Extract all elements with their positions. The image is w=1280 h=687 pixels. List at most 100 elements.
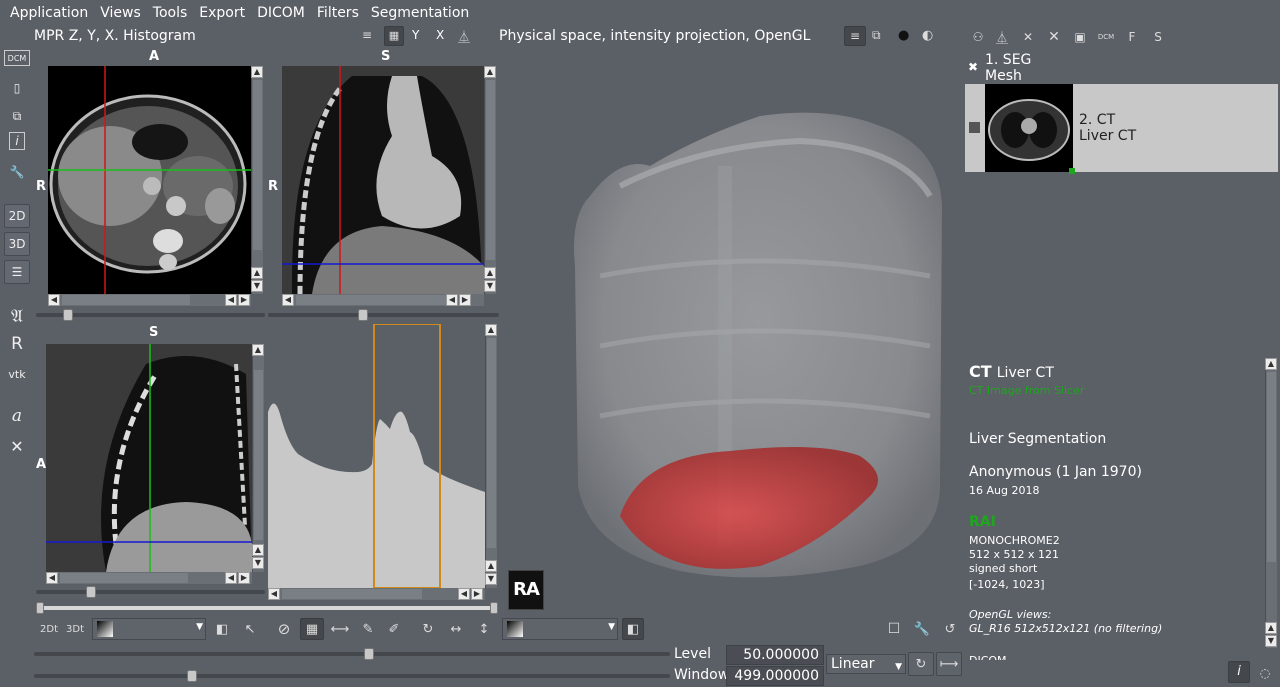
crop-box-icon[interactable]: ☐ <box>884 620 904 638</box>
menu-export[interactable]: Export <box>193 5 251 21</box>
layers-icon[interactable]: ⧉ <box>872 28 881 43</box>
close-icon[interactable]: ✕ <box>1044 28 1064 46</box>
scroll-left-icon[interactable]: ◀ <box>446 294 458 306</box>
histogram-plot[interactable] <box>268 324 485 588</box>
s-button[interactable]: S <box>1148 28 1168 46</box>
grid-layout-icon[interactable]: ▦ <box>384 26 404 46</box>
scroll-up-icon[interactable]: ▲ <box>1265 358 1277 370</box>
scroll-up-icon[interactable]: ▲ <box>484 66 496 78</box>
sagittal-hscroll[interactable] <box>46 572 252 584</box>
close-icon[interactable]: ✖ <box>968 60 978 74</box>
level-slider[interactable] <box>34 648 670 660</box>
menu-dicom[interactable]: DICOM <box>251 5 311 21</box>
menu-filters[interactable]: Filters <box>311 5 365 21</box>
window-slider[interactable] <box>34 670 670 682</box>
scroll-up-icon[interactable]: ▲ <box>484 267 496 279</box>
window-input[interactable]: 499.000000 <box>726 666 824 686</box>
menu-application[interactable]: Application <box>4 5 94 21</box>
scroll-up-icon[interactable]: ▲ <box>485 324 497 336</box>
scroll-up-icon[interactable]: ▲ <box>252 544 264 556</box>
scroll-up-icon[interactable]: ▲ <box>252 344 264 356</box>
mpr-range-slider[interactable] <box>36 602 498 614</box>
font-icon[interactable]: 𝔄 <box>4 304 30 328</box>
scroll-down-icon[interactable]: ▼ <box>252 557 264 569</box>
reset-icon[interactable]: ↺ <box>940 620 960 638</box>
info-vscroll[interactable] <box>1265 358 1277 648</box>
scroll-left-icon[interactable]: ◀ <box>458 588 470 600</box>
half-sphere-icon[interactable]: ◐ <box>922 28 933 43</box>
histogram-icon[interactable]: ⏅ <box>458 28 470 45</box>
curve-icon[interactable]: ⏅ <box>992 28 1012 46</box>
scroll-up-icon[interactable]: ▲ <box>251 66 263 78</box>
coronal-image[interactable] <box>282 66 484 294</box>
flip-vertical-icon[interactable]: ↕ <box>474 620 494 638</box>
vtk-icon[interactable]: vtk <box>4 362 30 386</box>
user-icon[interactable]: ⚇ <box>968 28 988 46</box>
save-icon[interactable]: ▣ <box>1070 28 1090 46</box>
rotate-icon[interactable]: ↻ <box>418 620 438 638</box>
sagittal-slice-slider[interactable] <box>36 586 265 598</box>
view-2d-button[interactable]: 2D <box>4 204 30 228</box>
info-icon[interactable]: i <box>9 132 25 150</box>
wrench-icon[interactable]: 🔧 <box>912 620 932 638</box>
brush-icon[interactable]: ✐ <box>384 620 404 638</box>
dicom-icon[interactable]: DCM <box>4 50 30 66</box>
copy-icon[interactable]: ⧉ <box>4 104 30 128</box>
scroll-right-icon[interactable]: ▶ <box>471 588 483 600</box>
menu-tools[interactable]: Tools <box>147 5 194 21</box>
axial-slice-slider[interactable] <box>36 309 265 321</box>
dicom-export-icon[interactable]: DCM <box>1096 28 1116 46</box>
info-button[interactable]: i <box>1228 661 1250 683</box>
interpolation-dropdown[interactable]: Linear ▼ <box>826 654 906 674</box>
scroll-left-icon[interactable]: ◀ <box>48 294 60 306</box>
flip-horizontal-icon[interactable]: ↔ <box>446 620 466 638</box>
contrast-icon[interactable]: ◧ <box>212 620 232 638</box>
pointer-icon[interactable]: ↖ <box>240 620 260 638</box>
r-icon[interactable]: R <box>4 332 30 356</box>
scroll-left-icon[interactable]: ◀ <box>282 294 294 306</box>
series-item-ct[interactable]: 2. CT Liver CT <box>965 84 1278 174</box>
scroll-left-icon[interactable]: ◀ <box>225 572 237 584</box>
grid-icon[interactable]: ▦ <box>300 618 324 640</box>
axial-hscroll[interactable] <box>48 294 251 306</box>
menu-segmentation[interactable]: Segmentation <box>365 5 475 21</box>
y-axis-button[interactable]: Y <box>412 28 419 42</box>
scroll-left-icon[interactable]: ◀ <box>225 294 237 306</box>
3d-colormap-dropdown[interactable]: ▼ <box>502 618 618 640</box>
series-checkbox[interactable] <box>969 122 980 133</box>
scroll-down-icon[interactable]: ▼ <box>1265 635 1277 647</box>
scroll-up-icon[interactable]: ▲ <box>1265 622 1277 634</box>
list-icon[interactable]: ≡ <box>362 28 376 44</box>
histogram-hscroll[interactable] <box>268 588 485 600</box>
scroll-left-icon[interactable]: ◀ <box>268 588 280 600</box>
colormap-dropdown[interactable]: ▼ <box>92 618 206 640</box>
scroll-down-icon[interactable]: ▼ <box>251 280 263 292</box>
sagittal-vscroll[interactable] <box>252 344 264 572</box>
axial-vscroll[interactable] <box>251 66 263 294</box>
ruler-icon[interactable]: ⟷ <box>330 620 350 638</box>
scroll-down-icon[interactable]: ▼ <box>485 573 497 585</box>
view3d-canvas[interactable]: RA <box>500 46 964 614</box>
pen-icon[interactable]: ✎ <box>358 620 378 638</box>
scroll-right-icon[interactable]: ▶ <box>459 294 471 306</box>
series-item-seg[interactable]: 1. SEG Mesh <box>985 52 1031 84</box>
coronal-vscroll[interactable] <box>484 66 496 294</box>
view-3d-button[interactable]: 3D <box>4 232 30 256</box>
sphere-icon[interactable]: ● <box>898 28 909 43</box>
3d-toggle-button[interactable]: 3Dt <box>64 620 86 638</box>
axial-image[interactable] <box>48 66 251 294</box>
scroll-right-icon[interactable]: ▶ <box>238 294 250 306</box>
x-axis-button[interactable]: X <box>436 28 444 42</box>
coronal-slice-slider[interactable] <box>268 309 499 321</box>
level-input[interactable]: 50.000000 <box>726 645 824 665</box>
contrast-icon[interactable]: ◧ <box>622 618 644 640</box>
scroll-down-icon[interactable]: ▲ <box>251 267 263 279</box>
scroll-down-icon[interactable]: ▼ <box>484 280 496 292</box>
2d-toggle-button[interactable]: 2Dt <box>38 620 60 638</box>
scroll-up-icon[interactable]: ▲ <box>485 560 497 572</box>
list-view-icon[interactable]: ☰ <box>4 260 30 284</box>
menu-list-icon[interactable]: ≡ <box>844 26 866 46</box>
settings-icon[interactable]: ◌ <box>1256 664 1274 682</box>
scroll-right-icon[interactable]: ▶ <box>238 572 250 584</box>
f-button[interactable]: F <box>1122 28 1142 46</box>
